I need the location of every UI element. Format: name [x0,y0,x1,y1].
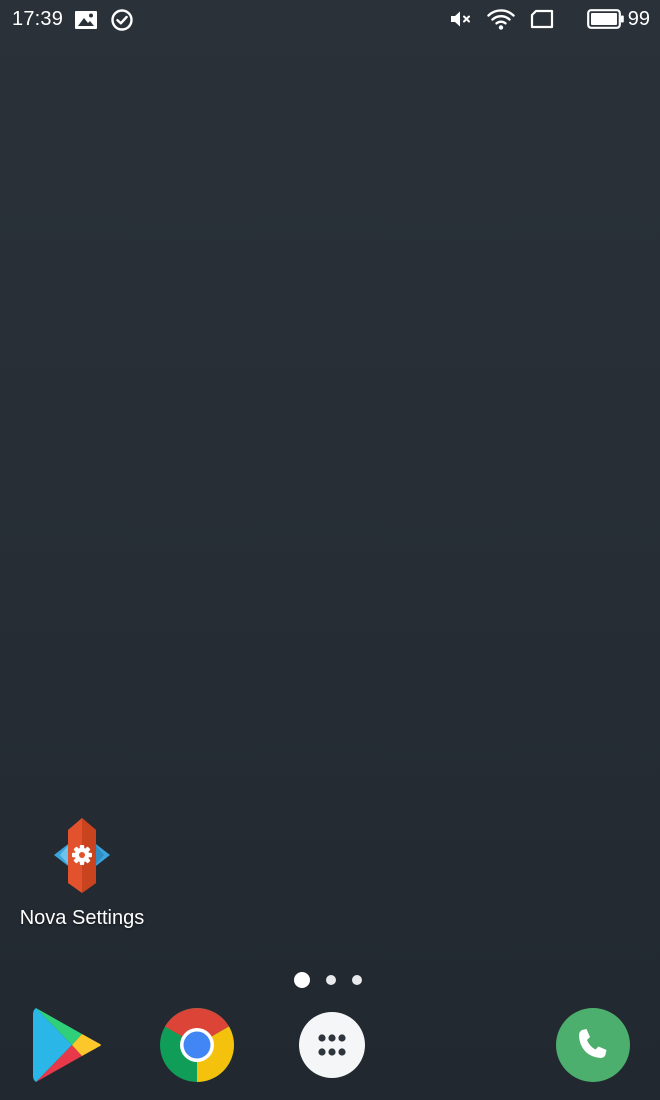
page-dot-3[interactable] [352,975,362,985]
page-dot-2[interactable] [326,975,336,985]
app-drawer-button[interactable] [293,1006,371,1084]
battery-indicator: 99 [573,8,650,31]
chrome-icon [160,1008,234,1082]
gallery-notification-icon [75,11,97,29]
nova-settings-icon [54,818,110,893]
chrome-button[interactable] [158,1006,236,1084]
battery-icon [586,9,624,29]
status-bar[interactable]: 17:39 99 [0,0,660,38]
phone-button[interactable] [554,1006,632,1084]
play-store-icon [33,1008,101,1082]
nova-settings-shortcut[interactable]: Nova Settings [14,815,150,930]
status-notification-icons [74,8,134,32]
app-drawer-icon [299,1012,365,1078]
phone-icon [556,1008,630,1082]
status-system-icons: 99 [435,7,650,31]
play-store-button[interactable] [28,1006,106,1084]
status-time: 17:39 [12,8,64,30]
battery-level: 99 [627,7,650,30]
nova-settings-label: Nova Settings [19,907,145,929]
check-circle-icon [111,9,133,31]
wifi-icon [487,9,515,30]
page-dot-1[interactable] [294,972,310,988]
volume-muted-icon [450,11,470,27]
page-indicator[interactable] [294,972,362,988]
no-sim-icon [530,9,553,29]
